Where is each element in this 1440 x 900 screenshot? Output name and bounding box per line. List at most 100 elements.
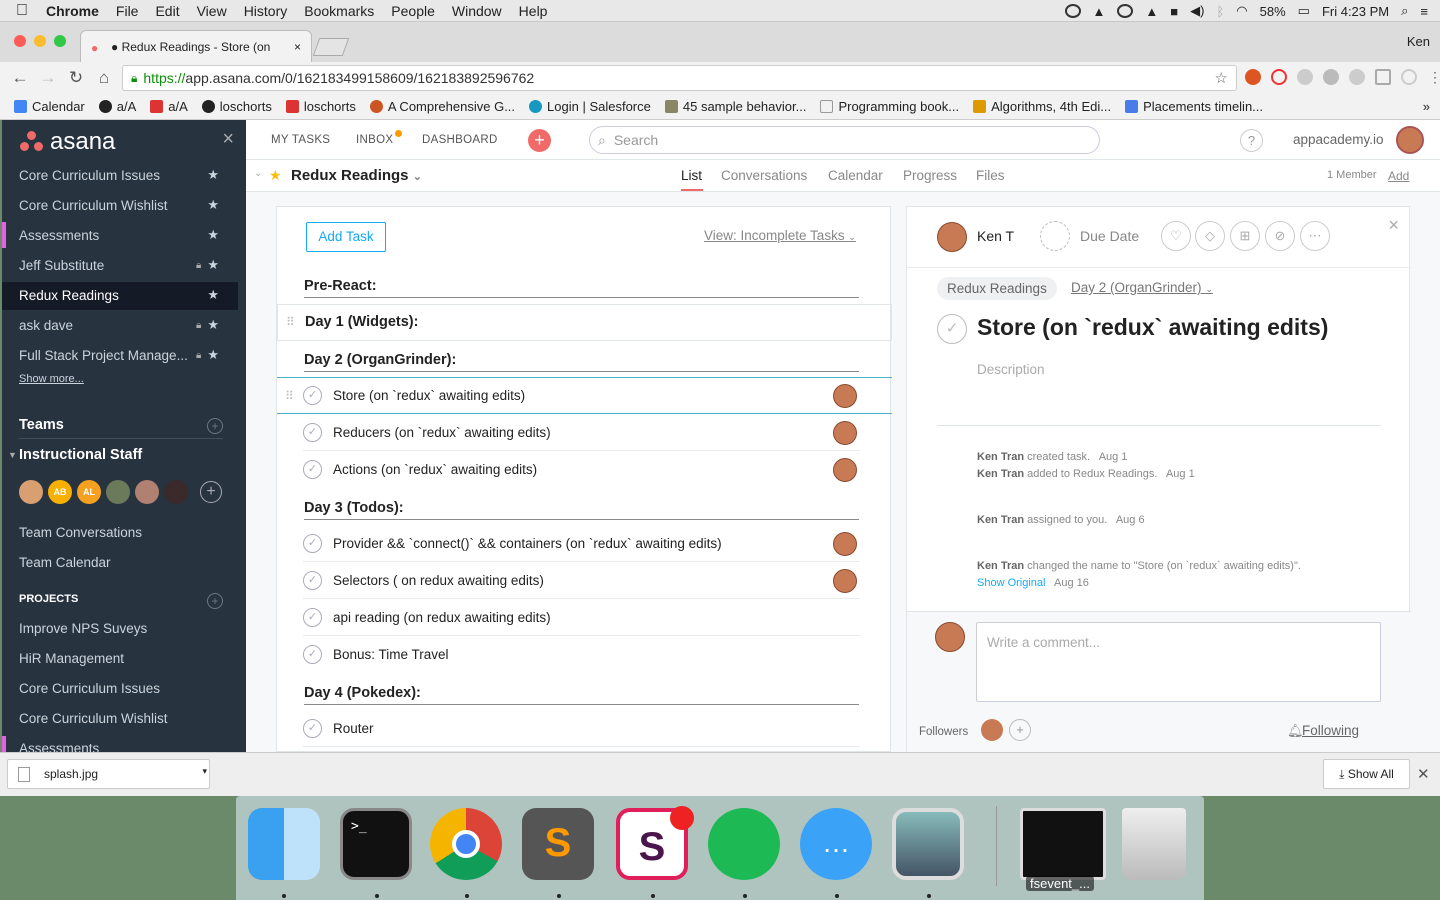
task-name[interactable]: Router: [333, 721, 374, 736]
star-icon[interactable]: ★: [207, 257, 219, 273]
complete-check-icon[interactable]: ✓: [303, 719, 322, 738]
collapse-chevron-icon[interactable]: ⌄: [254, 168, 262, 179]
team-name[interactable]: Instructional Staff: [19, 447, 142, 463]
user-avatar[interactable]: [1396, 126, 1424, 154]
star-icon[interactable]: ★: [207, 167, 219, 183]
tab-calendar[interactable]: Calendar: [828, 168, 883, 183]
tab-close-icon[interactable]: ×: [294, 40, 301, 54]
assignee-avatar[interactable]: [937, 222, 967, 252]
address-bar[interactable]: 🔒︎ https:// app.asana.com/0/162183499158…: [122, 65, 1237, 91]
section-dropdown[interactable]: Day 2 (OrganGrinder) ⌄: [1071, 280, 1213, 295]
collapse-caret-icon[interactable]: ▼: [8, 450, 17, 460]
add-project-icon[interactable]: +: [207, 593, 223, 609]
terminal-icon[interactable]: >_: [340, 808, 412, 880]
task-row-selected[interactable]: ⠿ ✓ Store (on `redux` awaiting edits): [277, 377, 892, 414]
sidebar-favorite-ask-dave[interactable]: ask dave 🔒︎ ★: [19, 317, 219, 333]
window-minimize-button[interactable]: [34, 35, 46, 47]
menu-window[interactable]: Window: [452, 3, 502, 19]
docker-icon[interactable]: ▲: [1093, 4, 1106, 19]
bookmarks-overflow-icon[interactable]: »: [1423, 99, 1430, 114]
assignee-avatar[interactable]: [833, 531, 857, 556]
favorite-star-icon[interactable]: ★: [269, 167, 282, 184]
close-downloads-icon[interactable]: ✕: [1417, 765, 1430, 783]
nav-my-tasks[interactable]: MY TASKS: [271, 134, 330, 146]
activity-actor[interactable]: Ken Tran: [977, 560, 1024, 572]
bluetooth-icon[interactable]: ᛒ: [1216, 4, 1224, 19]
team-conversations-link[interactable]: Team Conversations: [19, 525, 219, 540]
task-name[interactable]: Reducers (on `redux` awaiting edits): [333, 425, 551, 440]
sidebar-project-hir[interactable]: HiR Management: [19, 651, 219, 666]
task-row[interactable]: ✓ Reducers (on `redux` awaiting edits): [277, 414, 892, 451]
sidebar-project-core-issues[interactable]: Core Curriculum Issues: [19, 681, 219, 696]
apple-menu-icon[interactable]: : [16, 2, 28, 20]
download-menu-caret-icon[interactable]: ▾: [202, 766, 207, 777]
browser-tab[interactable]: ● ● Redux Readings - Store (on ×: [80, 30, 312, 62]
profile-name[interactable]: Ken: [1407, 34, 1430, 49]
project-title[interactable]: Redux Readings ⌄: [291, 167, 422, 184]
member-count[interactable]: 1 Member: [1327, 169, 1377, 181]
calendar-icon[interactable]: [1040, 221, 1070, 251]
team-member-avatar[interactable]: [135, 480, 159, 504]
wifi-icon[interactable]: ◠: [1236, 3, 1247, 19]
chrome-menu-icon[interactable]: ⋮: [1427, 69, 1440, 85]
team-member-avatar[interactable]: [106, 480, 130, 504]
battery-percent[interactable]: 58%: [1260, 4, 1286, 19]
menu-bookmarks[interactable]: Bookmarks: [304, 3, 374, 19]
star-icon[interactable]: ★: [207, 317, 219, 333]
preview-icon[interactable]: [892, 808, 964, 880]
menu-help[interactable]: Help: [519, 3, 548, 19]
task-name[interactable]: api reading (on redux awaiting edits): [333, 610, 551, 625]
sidebar-project-assessments[interactable]: Assessments: [19, 741, 219, 752]
back-icon[interactable]: ←: [6, 68, 34, 88]
messages-icon[interactable]: …: [800, 808, 872, 880]
battery-icon[interactable]: ▭: [1298, 3, 1310, 19]
add-team-icon[interactable]: +: [207, 418, 223, 434]
task-name[interactable]: Bonus: Time Travel: [333, 647, 449, 662]
sidebar-favorite-jeff-substitute[interactable]: Jeff Substitute 🔒︎ ★: [19, 257, 219, 273]
sidebar-project-nps[interactable]: Improve NPS Suveys: [19, 621, 219, 636]
extension-circle-icon[interactable]: [1401, 69, 1417, 85]
menu-file[interactable]: File: [116, 3, 139, 19]
menu-people[interactable]: People: [391, 3, 435, 19]
sidebar-favorite-core-curriculum-issues[interactable]: Core Curriculum Issues ★: [19, 167, 219, 183]
home-icon[interactable]: ⌂: [90, 68, 118, 88]
section-header[interactable]: Day 2 (OrganGrinder):: [304, 352, 859, 372]
tag-icon[interactable]: ◇: [1195, 221, 1225, 251]
nav-inbox[interactable]: INBOX: [356, 134, 393, 146]
complete-check-icon[interactable]: ✓: [303, 645, 322, 664]
bookmark-comprehensive[interactable]: A Comprehensive G...: [369, 99, 515, 114]
following-toggle[interactable]: Following: [1302, 723, 1359, 738]
show-original-link[interactable]: Show Original: [977, 577, 1045, 589]
star-icon[interactable]: ★: [207, 197, 219, 213]
notification-center-icon[interactable]: ≡: [1420, 4, 1428, 19]
heart-icon[interactable]: ♡: [1161, 221, 1191, 251]
assignee-name[interactable]: Ken T: [977, 228, 1014, 244]
complete-check-icon[interactable]: ✓: [303, 423, 322, 442]
sidebar-close-icon[interactable]: ×: [222, 128, 234, 151]
section-header[interactable]: Day 4 (Pokedex):: [304, 685, 859, 705]
new-tab-button[interactable]: [312, 38, 350, 56]
spotlight-icon[interactable]: ⌕: [1401, 3, 1408, 19]
window-zoom-button[interactable]: [54, 35, 66, 47]
task-name[interactable]: Actions (on `redux` awaiting edits): [333, 462, 537, 477]
menu-history[interactable]: History: [244, 3, 288, 19]
section-header[interactable]: Pre-React:: [304, 278, 859, 298]
activity-actor[interactable]: Ken Tran: [977, 514, 1024, 526]
complete-check-icon[interactable]: ✓: [303, 460, 322, 479]
sidebar-project-core-wishlist[interactable]: Core Curriculum Wishlist: [19, 711, 219, 726]
complete-check-icon[interactable]: ✓: [937, 314, 967, 344]
bookmark-programming[interactable]: Programming book...: [820, 99, 959, 114]
due-date-field[interactable]: Due Date: [1080, 228, 1139, 244]
tab-files[interactable]: Files: [976, 168, 1005, 183]
bookmark-gmail-loschorts[interactable]: loschorts: [285, 99, 356, 114]
assignee-avatar[interactable]: [833, 420, 857, 445]
bookmark-star-icon[interactable]: ☆: [1215, 69, 1228, 87]
drive-icon[interactable]: ▲: [1145, 4, 1158, 19]
assignee-avatar[interactable]: [833, 457, 857, 482]
bookmark-github-aa[interactable]: a/A: [98, 99, 136, 114]
window-close-button[interactable]: [14, 35, 26, 47]
bookmark-gmail-aa[interactable]: a/A: [150, 99, 188, 114]
complete-check-icon[interactable]: ✓: [303, 386, 322, 405]
status-circle-icon[interactable]: [1117, 4, 1134, 18]
add-member-icon[interactable]: +: [200, 481, 222, 503]
